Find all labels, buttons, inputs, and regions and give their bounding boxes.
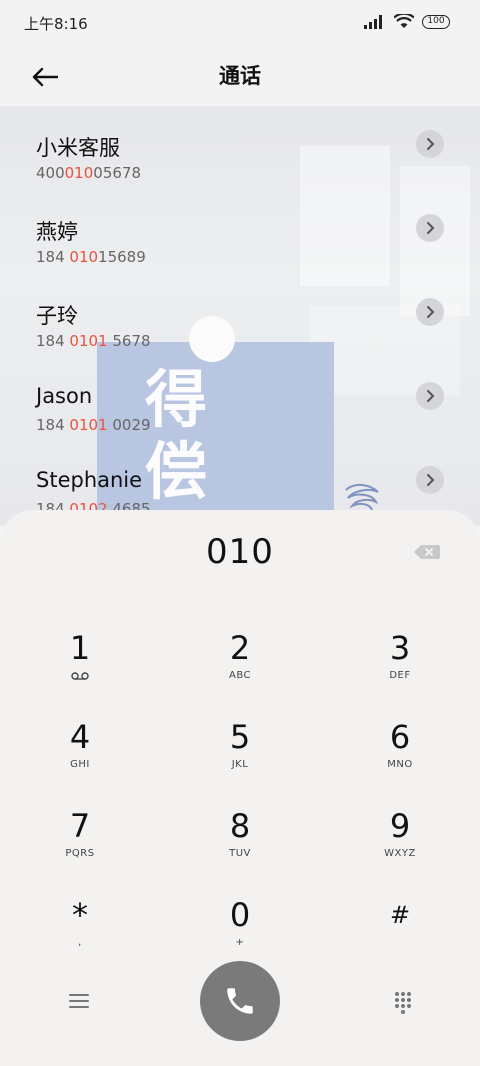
- dialpad-key-5[interactable]: 5 JKL: [180, 717, 300, 797]
- contact-detail-button[interactable]: [416, 298, 444, 326]
- chevron-right-icon: [427, 222, 435, 234]
- voicemail-icon: [71, 672, 89, 680]
- dialpad-key-6[interactable]: 6 MNO: [340, 717, 460, 797]
- key-letters: MNO: [387, 759, 413, 770]
- dialpad-key-9[interactable]: 9 WXYZ: [340, 806, 460, 886]
- key-letters: ,: [78, 937, 82, 948]
- contact-number: 184 01015689: [36, 248, 146, 266]
- dialpad-key-8[interactable]: 8 TUV: [180, 806, 300, 886]
- menu-icon[interactable]: [66, 988, 92, 1014]
- backspace-icon[interactable]: [412, 542, 442, 562]
- key-digit: *: [72, 896, 88, 934]
- key-digit: #: [389, 901, 411, 929]
- chevron-right-icon: [427, 306, 435, 318]
- key-digit: 8: [229, 807, 251, 845]
- call-button[interactable]: [200, 961, 280, 1041]
- key-letters: WXYZ: [384, 848, 416, 859]
- key-digit: 9: [389, 807, 411, 845]
- status-bar: 上午8:16 100: [0, 0, 480, 46]
- contact-number: 40001005678: [36, 164, 141, 182]
- contact-detail-button[interactable]: [416, 382, 444, 410]
- contact-row[interactable]: 子玲 184 0101 5678: [0, 274, 480, 358]
- dialpad-key-2[interactable]: 2 ABC: [180, 628, 300, 708]
- contact-name: Stephanie: [36, 468, 143, 492]
- contact-name: 小米客服: [36, 136, 120, 160]
- dialed-number: 010: [206, 532, 274, 572]
- phone-icon: [227, 988, 253, 1014]
- key-digit: 2: [229, 629, 251, 667]
- key-digit: 0: [229, 896, 251, 934]
- key-digit: 1: [69, 629, 91, 667]
- key-letters: GHI: [70, 759, 90, 770]
- contact-row[interactable]: Jason 184 0101 0029: [0, 358, 480, 442]
- dialpad-sheet: 010 1 2 ABC 3 DEF 4 GHI 5 JKL 6 MNO 7 PQ…: [0, 510, 480, 1066]
- status-time: 上午8:16: [24, 15, 88, 33]
- status-icons: 100: [364, 14, 450, 29]
- dialpad-key-star[interactable]: * ,: [20, 895, 140, 975]
- key-digit: 6: [389, 718, 411, 756]
- dialpad-key-1[interactable]: 1: [20, 628, 140, 708]
- contact-number: 184 0101 0029: [36, 416, 151, 434]
- contact-name: 燕婷: [36, 220, 78, 244]
- contact-list: 得 偿 所 愿 小米客服 40001005678 燕婷 184 01015689…: [0, 106, 480, 526]
- dialpad-key-7[interactable]: 7 PQRS: [20, 806, 140, 886]
- key-letters: TUV: [229, 848, 251, 859]
- key-digit: 3: [389, 629, 411, 667]
- key-digit: 5: [229, 718, 251, 756]
- key-letters: PQRS: [65, 848, 95, 859]
- contact-row[interactable]: 燕婷 184 01015689: [0, 190, 480, 274]
- signal-icon: [364, 14, 382, 29]
- contact-name: Jason: [36, 384, 93, 408]
- contact-detail-button[interactable]: [416, 466, 444, 494]
- dialpad-grid-icon[interactable]: [390, 988, 416, 1014]
- key-letters: JKL: [231, 759, 249, 770]
- contact-detail-button[interactable]: [416, 130, 444, 158]
- dialpad-key-3[interactable]: 3 DEF: [340, 628, 460, 708]
- dialpad-key-hash[interactable]: #: [340, 895, 460, 975]
- app-bar: 通话: [0, 46, 480, 106]
- contact-row[interactable]: 小米客服 40001005678: [0, 106, 480, 190]
- contact-name: 子玲: [36, 304, 78, 328]
- chevron-right-icon: [427, 390, 435, 402]
- battery-icon: 100: [422, 14, 450, 29]
- contact-detail-button[interactable]: [416, 214, 444, 242]
- key-letters: DEF: [389, 670, 411, 681]
- page-title: 通话: [219, 64, 261, 88]
- dialpad-key-4[interactable]: 4 GHI: [20, 717, 140, 797]
- wifi-icon: [394, 14, 414, 28]
- chevron-right-icon: [427, 474, 435, 486]
- key-digit: 4: [69, 718, 91, 756]
- chevron-right-icon: [427, 138, 435, 150]
- key-letters: ABC: [228, 670, 251, 681]
- key-digit: 7: [69, 807, 91, 845]
- key-letters: +: [235, 937, 245, 948]
- contact-number: 184 0101 5678: [36, 332, 151, 350]
